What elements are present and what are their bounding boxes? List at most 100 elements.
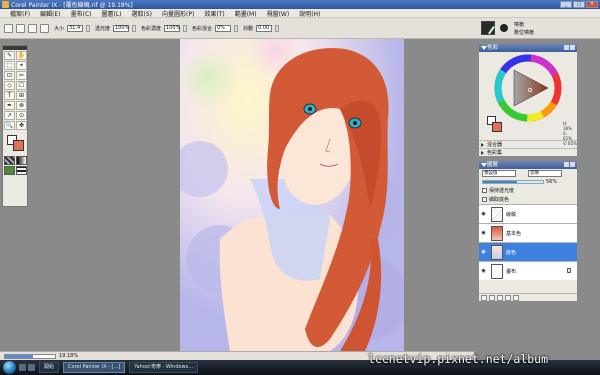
task-button-yahoo[interactable]: Yahoo!奇摩 - Windows... bbox=[129, 362, 199, 373]
quick-launch-browser-icon[interactable] bbox=[28, 364, 35, 371]
brush-tool-icon[interactable]: ✎ bbox=[4, 51, 15, 60]
rect-select-tool-icon[interactable]: ⬚ bbox=[4, 61, 15, 70]
pen-tool-icon[interactable]: ✒ bbox=[4, 101, 15, 110]
lock-icon[interactable] bbox=[567, 268, 571, 273]
rectangle-tool-icon[interactable]: ☐ bbox=[16, 81, 27, 90]
cloner-tool-icon[interactable]: ⊙ bbox=[16, 111, 27, 120]
menu-shapes[interactable]: 向量圖形(P) bbox=[162, 9, 194, 18]
color-sets-section[interactable]: 色彩集 bbox=[479, 148, 577, 156]
menu-select[interactable]: 選取(S) bbox=[132, 9, 153, 18]
layer-mask-icon[interactable] bbox=[489, 295, 495, 301]
start-button[interactable] bbox=[3, 361, 16, 374]
menu-edit[interactable]: 編輯(E) bbox=[40, 9, 60, 18]
zoom-level[interactable]: 19.18% bbox=[59, 353, 78, 359]
layer-commands-icon[interactable] bbox=[505, 295, 511, 301]
menu-help[interactable]: 說明(H) bbox=[299, 9, 320, 18]
preserve-transparency-checkbox[interactable] bbox=[482, 188, 487, 193]
task-button-explorer[interactable]: 開始 bbox=[39, 362, 60, 373]
panel-menu-icon[interactable] bbox=[564, 45, 569, 50]
composite-method-select[interactable]: 預設值 bbox=[482, 170, 516, 177]
opacity-field[interactable]: 100% bbox=[113, 24, 129, 32]
menu-window[interactable]: 視窗(W) bbox=[267, 9, 290, 18]
size-spinner[interactable] bbox=[86, 24, 91, 32]
grid-tool-icon[interactable]: ⊞ bbox=[16, 91, 27, 100]
layer-name: 畫布 bbox=[506, 268, 517, 275]
visibility-eye-icon[interactable]: ◉ bbox=[479, 268, 488, 274]
menu-layers[interactable]: 圖層(L) bbox=[102, 9, 122, 18]
resat-spinner[interactable] bbox=[183, 24, 188, 32]
collapse-triangle-icon[interactable] bbox=[481, 163, 487, 167]
dropper-tool-icon[interactable]: ↗ bbox=[4, 111, 15, 120]
visibility-eye-icon[interactable]: ◉ bbox=[479, 211, 488, 217]
color-panel-main-swatch[interactable] bbox=[492, 122, 502, 132]
shape-tool-icon[interactable]: ◇ bbox=[4, 81, 15, 90]
brush-reset-icon[interactable] bbox=[4, 23, 13, 33]
color-panel-header[interactable]: 色彩 bbox=[479, 44, 577, 52]
layer-thumbnail bbox=[491, 206, 503, 222]
layers-panel-header[interactable]: 圖層 bbox=[479, 161, 577, 169]
brush-category[interactable]: 噴槍 bbox=[514, 21, 524, 28]
jitter-field[interactable]: 0.00 bbox=[256, 24, 273, 32]
visibility-eye-icon[interactable]: ◉ bbox=[479, 230, 488, 236]
layer-row-base-color[interactable]: ◉ 基本色 bbox=[479, 223, 577, 242]
pick-up-color-checkbox[interactable] bbox=[482, 197, 487, 202]
bleed-spinner[interactable] bbox=[234, 24, 239, 32]
paint-bucket-tool-icon[interactable]: ⊗ bbox=[16, 101, 27, 110]
brush-cursor-icon[interactable] bbox=[40, 23, 49, 33]
main-color-swatch[interactable] bbox=[13, 140, 24, 151]
mixer-section[interactable]: 混合器 bbox=[479, 140, 577, 148]
new-layer-icon[interactable] bbox=[481, 295, 487, 301]
menu-effects[interactable]: 效果(T) bbox=[204, 9, 224, 18]
layer-row-canvas[interactable]: ◉ 畫布 bbox=[479, 261, 577, 280]
opacity-spinner[interactable] bbox=[132, 24, 137, 32]
status-progress-bar bbox=[4, 353, 56, 359]
lasso-tool-icon[interactable]: ⌖ bbox=[16, 61, 27, 70]
menu-canvas[interactable]: 畫布(C) bbox=[71, 9, 92, 18]
paper-selector-icon[interactable] bbox=[4, 156, 15, 165]
brush-stroke-icon[interactable] bbox=[28, 23, 37, 33]
airbrush-category-icon[interactable] bbox=[481, 21, 495, 35]
resat-field[interactable]: 100% bbox=[164, 24, 180, 32]
minimize-button[interactable]: _ bbox=[560, 1, 572, 8]
crop-tool-icon[interactable]: ⊡ bbox=[4, 71, 15, 80]
close-button[interactable]: × bbox=[586, 1, 598, 8]
panel-menu-icon[interactable] bbox=[564, 162, 569, 167]
pattern-selector-icon[interactable] bbox=[4, 166, 15, 175]
hue-ring[interactable] bbox=[479, 52, 577, 122]
collapse-triangle-icon[interactable] bbox=[481, 46, 487, 50]
color-swatches bbox=[3, 133, 27, 155]
painting-canvas[interactable] bbox=[180, 39, 404, 351]
visibility-eye-icon[interactable]: ◉ bbox=[479, 249, 488, 255]
layer-opacity-slider[interactable] bbox=[482, 180, 544, 184]
quick-launch-desktop-icon[interactable] bbox=[19, 364, 26, 371]
magnifier-tool-icon[interactable]: 🔍 bbox=[4, 121, 15, 130]
brush-variant[interactable]: 數位噴槍 bbox=[514, 29, 534, 36]
maximize-button[interactable]: □ bbox=[573, 1, 585, 8]
text-tool-icon[interactable]: T bbox=[4, 91, 15, 100]
layer-thumbnail bbox=[491, 225, 503, 241]
composite-depth-select[interactable]: 忽略 bbox=[528, 170, 562, 177]
dynamic-plugin-icon[interactable] bbox=[497, 295, 503, 301]
painter-app-icon bbox=[2, 1, 9, 8]
menu-movies[interactable]: 範畫(M) bbox=[235, 9, 257, 18]
gradient-selector-icon[interactable] bbox=[16, 156, 27, 165]
menu-file[interactable]: 檔案(F) bbox=[10, 9, 30, 18]
weaving-selector-icon[interactable] bbox=[16, 166, 27, 175]
bleed-field[interactable]: 0% bbox=[215, 24, 232, 32]
toolbox: ✎ ✋ ⬚ ⌖ ⊡ ✂ ◇ ☐ T ⊞ ✒ ⊗ ↗ ⊙ 🔍 ✥ bbox=[2, 45, 28, 207]
hand-tool-icon[interactable]: ✥ bbox=[16, 121, 27, 130]
brush-dab-icon[interactable] bbox=[16, 23, 25, 33]
property-bar: 大小 31.4 透光度 100% 色彩濃度 100% 色彩混合 0% 抖動 0.… bbox=[0, 18, 474, 39]
jitter-spinner[interactable] bbox=[275, 24, 280, 32]
grabber-tool-icon[interactable]: ✋ bbox=[16, 51, 27, 60]
size-field[interactable]: 31.4 bbox=[67, 24, 84, 32]
trash-icon[interactable] bbox=[513, 295, 519, 301]
panel-close-icon[interactable] bbox=[570, 162, 575, 167]
hue-value: H: 18% bbox=[563, 121, 572, 131]
task-button-painter[interactable]: Corel Painter IX - [...] bbox=[63, 362, 126, 373]
scissors-tool-icon[interactable]: ✂ bbox=[16, 71, 27, 80]
brush-dab-preview-icon[interactable] bbox=[500, 24, 508, 32]
panel-close-icon[interactable] bbox=[570, 45, 575, 50]
layer-row-lines[interactable]: ◉ 線稿 bbox=[479, 204, 577, 223]
layer-row-background[interactable]: ◉ 底色 bbox=[479, 242, 577, 261]
